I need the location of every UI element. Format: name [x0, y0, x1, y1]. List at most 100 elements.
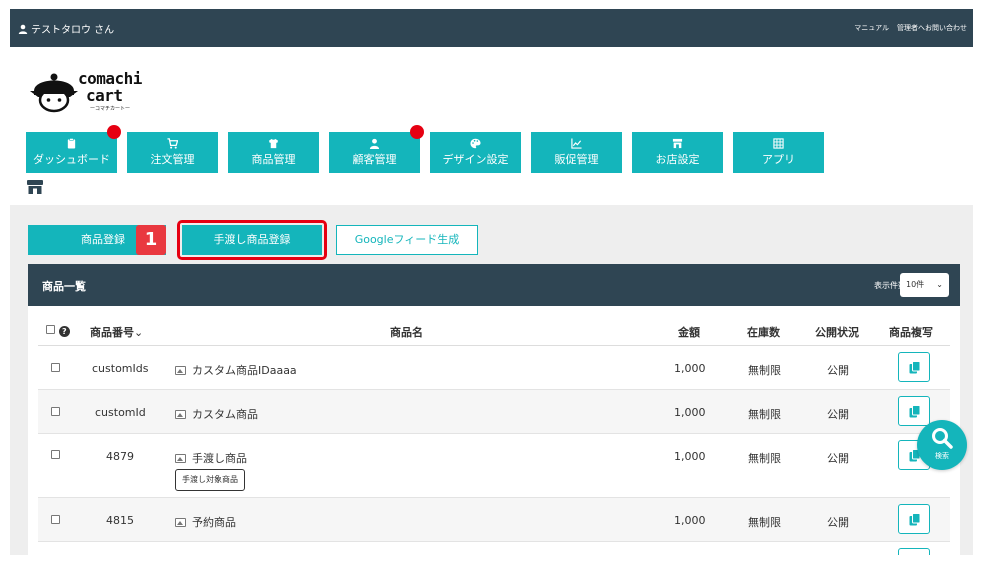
row-product-name-text: 手渡し商品 [192, 452, 247, 465]
store-icon [672, 138, 683, 149]
row-product-name[interactable]: カスタム商品 [175, 406, 258, 422]
row-status: 公開 [827, 364, 849, 377]
row-stock: 無制限 [748, 408, 781, 421]
notification-dot [107, 125, 121, 139]
clipboard-icon [67, 138, 76, 149]
generate-google-feed-button[interactable]: Googleフィード生成 [336, 225, 478, 255]
nav-label: ダッシュボード [33, 153, 110, 166]
nav-apps[interactable]: アプリ [733, 132, 824, 173]
nav-label: 販促管理 [554, 153, 599, 166]
copy-product-button[interactable] [898, 548, 930, 555]
nav-label: お店設定 [655, 153, 700, 166]
comachi-cart-logo[interactable]: comachi cart ーコマチカートー [30, 69, 155, 117]
row-product-name[interactable]: カスタム商品IDaaaa [175, 362, 297, 378]
row-stock: 無制限 [748, 516, 781, 529]
table-row: customIds カスタム商品IDaaaa 1,000 無制限 公開 [38, 346, 950, 390]
sort-chevron-icon: ⌄ [134, 326, 144, 339]
search-icon [932, 428, 953, 449]
register-handover-product-button[interactable]: 手渡し商品登録 [182, 225, 322, 255]
copy-icon [909, 361, 921, 374]
copy-icon [909, 405, 921, 418]
header-label: 商品番号 [90, 326, 134, 339]
chevron-down-icon: ⌄ [936, 280, 943, 289]
content-area: 商品登録 1 手渡し商品登録 Googleフィード生成 商品一覧 表示件数 10… [10, 205, 973, 555]
nav-dashboard[interactable]: ダッシュボード [26, 125, 121, 173]
per-page-select[interactable]: 10件 ⌄ [900, 273, 949, 297]
row-product-number: customId [95, 406, 146, 419]
row-product-number: 4879 [106, 450, 134, 463]
cart-icon [167, 138, 178, 149]
image-icon [175, 366, 186, 375]
row-product-name[interactable]: 予約商品 [175, 514, 236, 530]
row-product-number: 4815 [106, 514, 134, 527]
row-checkbox[interactable] [51, 363, 60, 372]
nav-promotion[interactable]: 販促管理 [531, 132, 622, 173]
panel-header: 商品一覧 表示件数 10件 ⌄ [28, 264, 960, 306]
panel-title: 商品一覧 [42, 280, 86, 293]
row-checkbox[interactable] [51, 450, 60, 459]
row-checkbox[interactable] [51, 515, 60, 524]
row-product-name[interactable]: 手渡し商品 [175, 450, 247, 466]
copy-icon [909, 513, 921, 526]
nav-design[interactable]: デザイン設定 [430, 132, 521, 173]
logo-face-icon [30, 73, 78, 113]
row-status: 公開 [827, 452, 849, 465]
logo-text-cart: cart [86, 86, 123, 105]
user-icon [18, 24, 28, 34]
table-row: 4879 手渡し商品 手渡し対象商品 1,000 無制限 公開 [38, 434, 950, 498]
row-product-name-text: カスタム商品IDaaaa [192, 364, 297, 377]
grid-icon [773, 138, 784, 149]
nav-label: 商品管理 [251, 153, 296, 166]
nav-label: アプリ [762, 153, 795, 166]
image-icon [175, 454, 186, 463]
copy-product-button[interactable] [898, 504, 930, 534]
header-product-number[interactable]: 商品番号⌄ [90, 324, 143, 340]
nav-store-settings[interactable]: お店設定 [632, 132, 723, 173]
chart-icon [571, 138, 582, 149]
nav-customers[interactable]: 顧客管理 [329, 125, 424, 173]
user-icon [369, 138, 380, 149]
header-product-name: 商品名 [390, 326, 423, 339]
row-product-name-text: 予約商品 [192, 516, 236, 529]
storefront-icon[interactable] [26, 179, 44, 195]
header-price: 金額 [678, 326, 700, 339]
product-list-panel: 商品一覧 表示件数 10件 ⌄ ? 商品番号⌄ 商品名 金額 在庫数 公開状況 [28, 264, 960, 555]
header-status: 公開状況 [815, 326, 859, 339]
app-frame: テストタロウ さん マニュアル 管理者へお問い合わせ comachi cart … [10, 9, 973, 555]
help-icon[interactable]: ? [58, 325, 70, 337]
row-status: 公開 [827, 408, 849, 421]
search-fab-button[interactable]: 検索 [917, 420, 967, 470]
image-icon [175, 518, 186, 527]
nav-label: 顧客管理 [352, 153, 397, 166]
row-product-name-text: カスタム商品 [192, 408, 258, 421]
nav-orders[interactable]: 注文管理 [127, 132, 218, 173]
row-stock: 無制限 [748, 452, 781, 465]
nav-label: 注文管理 [150, 153, 195, 166]
copy-product-button[interactable] [898, 352, 930, 382]
user-menu[interactable]: テストタロウ さん [18, 21, 114, 36]
table-header: ? 商品番号⌄ 商品名 金額 在庫数 公開状況 商品複写 [38, 306, 950, 346]
step-badge: 1 [136, 225, 166, 255]
header-copy: 商品複写 [889, 326, 933, 339]
row-stock: 無制限 [748, 364, 781, 377]
search-fab-label: 検索 [935, 452, 949, 460]
table-row: 4815 予約商品 1,000 無制限 公開 [38, 498, 950, 542]
row-checkbox[interactable] [51, 407, 60, 416]
nav-products[interactable]: 商品管理 [228, 132, 319, 173]
contact-admin-link[interactable]: 管理者へお問い合わせ [897, 23, 967, 33]
top-bar: テストタロウ さん マニュアル 管理者へお問い合わせ [10, 9, 973, 47]
select-all-cell: ? [46, 324, 70, 337]
palette-icon [470, 138, 481, 149]
select-all-checkbox[interactable] [46, 325, 55, 334]
header-stock: 在庫数 [747, 326, 780, 339]
manual-link[interactable]: マニュアル [854, 23, 889, 33]
nav-label: デザイン設定 [442, 153, 509, 166]
per-page-value: 10件 [906, 280, 925, 289]
row-price: 1,000 [674, 450, 706, 463]
image-icon [175, 410, 186, 419]
handover-product-tag: 手渡し対象商品 [175, 469, 245, 491]
row-product-number: customIds [92, 362, 149, 375]
table-row [38, 542, 950, 555]
logo-tagline: ーコマチカートー [90, 106, 131, 112]
row-status: 公開 [827, 516, 849, 529]
